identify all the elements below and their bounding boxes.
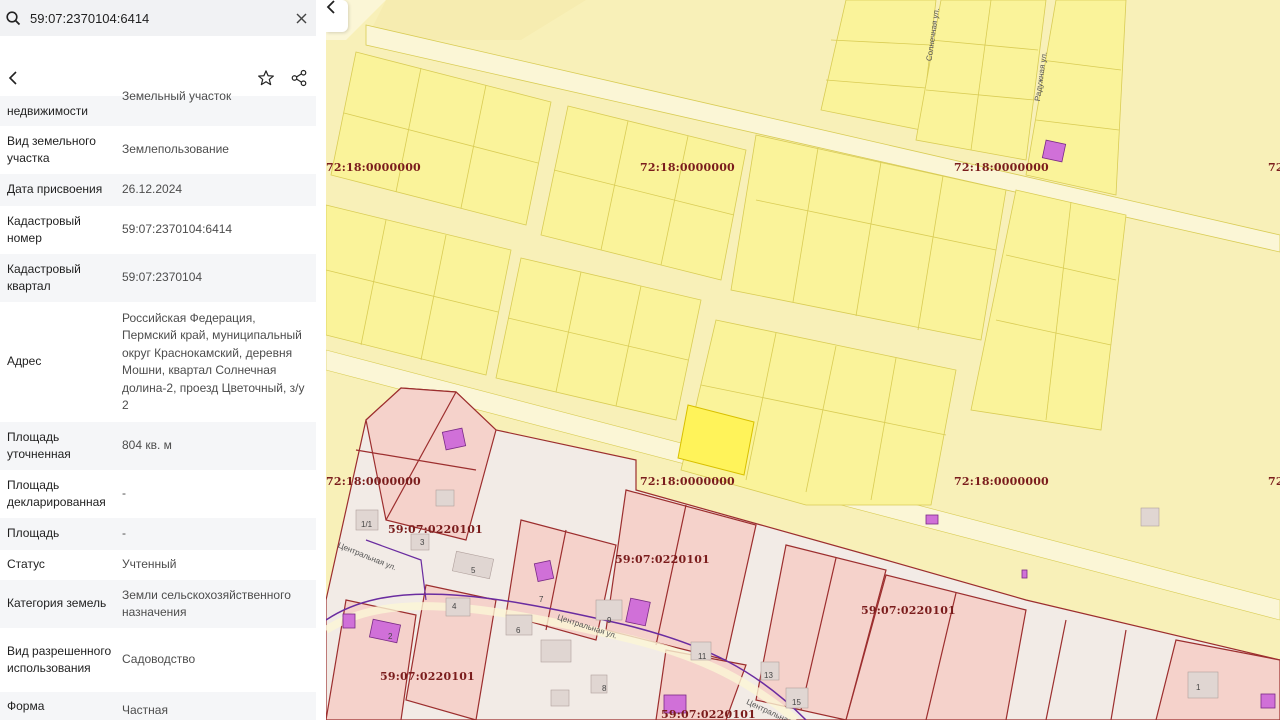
share-button[interactable] [287, 66, 311, 90]
property-row: Адрес Российская Федерация, Пермский кра… [0, 302, 316, 422]
house-number: 11 [698, 652, 707, 661]
property-key: Статус [7, 557, 45, 572]
property-value: Землепользование [122, 142, 229, 157]
search-input[interactable] [26, 0, 286, 36]
property-value: Садоводство [122, 652, 196, 667]
cadastral-map[interactable]: 72:18:0000000 72:18:0000000 72:18:000000… [326, 0, 1280, 720]
house-number: 5 [471, 566, 476, 575]
house-number: 8 [602, 684, 607, 693]
house-number: 3 [420, 538, 425, 547]
house-number: 1/1 [361, 520, 373, 529]
building [1021, 569, 1028, 579]
property-key: Кадастровый номер [7, 213, 81, 246]
property-key: Дата присвоения [7, 182, 103, 197]
favorite-button[interactable] [254, 66, 278, 90]
cadastral-label: 72:18:0000000 [954, 475, 1049, 488]
chevron-left-icon [326, 0, 335, 14]
cadastral-label: 72:18:0000000 [640, 475, 735, 488]
property-row: недвижимости Земельный участок [0, 89, 316, 126]
cadastral-label: 72:18:0000000 [326, 475, 421, 488]
property-row: Категория земель Земли сельскохозяйствен… [0, 580, 316, 628]
cadastral-label: 59:07:0220101 [615, 553, 710, 566]
building [445, 597, 471, 617]
building [342, 613, 356, 629]
house-number: 7 [539, 595, 544, 604]
cadastral-label: 72:18:0000000 [640, 161, 735, 174]
property-value: Частная [122, 703, 168, 717]
cadastral-label: 72:18:0000000 [954, 161, 1049, 174]
house-number: 2 [388, 632, 393, 641]
property-value: 804 кв. м [122, 438, 172, 453]
cadastral-label: 59:07:0220101 [388, 523, 483, 536]
property-key: Площадь декларированная [7, 477, 106, 510]
building [540, 639, 572, 663]
property-key: Площадь [7, 526, 60, 541]
house-number: 6 [516, 626, 521, 635]
property-key: Адрес [7, 354, 42, 369]
house-number: 15 [792, 698, 801, 707]
house-number: 4 [452, 602, 457, 611]
close-icon[interactable] [286, 0, 316, 36]
property-row: Кадастровый номер 59:07:2370104:6414 [0, 206, 316, 254]
property-key: Форма [7, 699, 45, 713]
house-number: 1 [1196, 683, 1201, 692]
property-key: Категория земель [7, 596, 107, 611]
cadastral-label: 72:18:0000000 [326, 161, 421, 174]
property-row: Вид разрешенного использования Садоводст… [0, 628, 316, 692]
info-panel: недвижимости Земельный участок Вид земел… [0, 0, 326, 720]
property-key: Вид земельного участка [7, 133, 96, 166]
cadastral-label: 72:18:0000000 [1268, 475, 1280, 488]
property-value: 26.12.2024 [122, 182, 183, 197]
search-icon [0, 0, 26, 36]
property-value: - [122, 526, 126, 541]
property-row: Дата присвоения 26.12.2024 [0, 174, 316, 206]
cadastral-label: 59:07:0220101 [661, 708, 756, 720]
property-value: 59:07:2370104:6414 [122, 222, 233, 237]
building [441, 427, 467, 451]
property-key: Площадь уточненная [7, 429, 71, 462]
property-key: недвижимости [7, 103, 88, 118]
back-button[interactable] [2, 66, 24, 90]
property-row: Форма Частная [0, 692, 316, 720]
property-value: Российская Федерация, Пермский край, мун… [122, 310, 305, 413]
property-row: Статус Учтенный [0, 550, 316, 580]
building [1187, 671, 1219, 699]
property-value: Земли сельскохозяйственного назначения [122, 587, 291, 620]
cadastral-label: 59:07:0220101 [380, 670, 475, 683]
property-list: недвижимости Земельный участок Вид земел… [0, 89, 316, 720]
property-key: Вид разрешенного использования [7, 643, 112, 676]
property-value: Земельный участок [122, 89, 232, 103]
building [1041, 139, 1067, 163]
star-icon [258, 70, 274, 86]
building [1140, 507, 1160, 527]
property-row: Вид земельного участка Землепользование [0, 126, 316, 174]
property-row: Кадастровый квартал 59:07:2370104 [0, 254, 316, 302]
building [435, 489, 455, 507]
property-value: Учтенный [122, 557, 177, 572]
cadastral-label: 59:07:0220101 [861, 604, 956, 617]
map-canvas[interactable] [326, 0, 1280, 720]
chevron-left-icon [8, 71, 17, 85]
building [550, 689, 570, 707]
property-row: Площадь декларированная - [0, 470, 316, 518]
search-bar [0, 0, 316, 36]
building [1260, 693, 1276, 709]
building [533, 560, 555, 582]
share-icon [291, 69, 307, 87]
property-value: - [122, 486, 126, 501]
cadastral-label: 72:18:0000000 [1268, 161, 1280, 174]
property-value: 59:07:2370104 [122, 270, 203, 285]
building [925, 514, 939, 525]
property-key: Кадастровый квартал [7, 261, 81, 294]
house-number: 9 [607, 616, 612, 625]
property-row: Площадь уточненная 804 кв. м [0, 422, 316, 470]
collapse-panel-button[interactable] [326, 0, 348, 32]
house-number: 13 [764, 671, 773, 680]
property-row: Площадь - [0, 518, 316, 550]
